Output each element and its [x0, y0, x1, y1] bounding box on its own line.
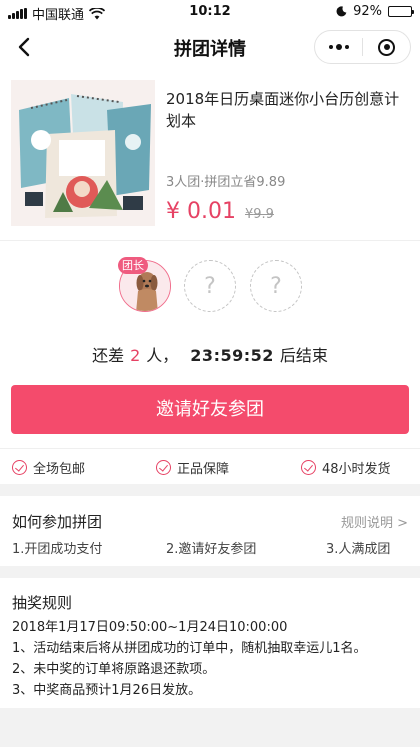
group-members-section: 团长 ? ? 还差 2 人， 23:59:52 后结束 — [0, 240, 420, 374]
step-3: 3.人满成团 — [326, 542, 391, 557]
lottery-rule: 1、活动结束后将从拼团成功的订单中，随机抽取幸运儿1名。 — [12, 641, 367, 656]
close-program-button[interactable] — [363, 31, 410, 63]
nav-bar: 拼团详情 — [0, 24, 420, 70]
guarantee-label: 正品保障 — [177, 462, 230, 477]
lottery-rules-section: 抽奖规则 2018年1月17日09:50:00~1月24日10:00:00 1、… — [0, 578, 420, 708]
leader-badge: 团长 — [118, 257, 148, 274]
countdown-suffix: 后结束 — [279, 346, 328, 365]
original-price: ¥9.9 — [245, 207, 274, 222]
check-circle-icon — [156, 460, 171, 475]
how-to-title: 如何参加拼团 — [12, 513, 103, 531]
invite-section: 邀请好友参团 — [0, 374, 420, 448]
step-2: 2.邀请好友参团 — [166, 542, 257, 557]
product-group-info: 3人团·拼团立省9.89 — [166, 175, 286, 190]
check-circle-icon — [301, 460, 316, 475]
calendar-product-illustration — [11, 80, 155, 226]
guarantee-item: 全场包邮 — [12, 458, 85, 477]
guarantee-item: 正品保障 — [156, 458, 229, 477]
battery-percent: 92% — [353, 4, 382, 19]
moon-icon — [336, 6, 347, 17]
lottery-title: 抽奖规则 — [12, 594, 73, 612]
countdown-timer: 23:59:52 — [190, 346, 274, 365]
guarantee-label: 全场包邮 — [33, 462, 86, 477]
original-price-value: 9.9 — [253, 207, 274, 222]
product-title: 2018年日历桌面迷你小台历创意计划本 — [166, 90, 400, 130]
invite-friends-button[interactable]: 邀请好友参团 — [11, 385, 409, 434]
battery-icon — [388, 6, 414, 17]
how-to-join-section: 如何参加拼团 规则说明 > 1.开团成功支付 2.邀请好友参团 3.人满成团 — [0, 496, 420, 566]
lottery-period: 2018年1月17日09:50:00~1月24日10:00:00 — [12, 620, 288, 635]
more-dots-icon[interactable] — [315, 31, 362, 63]
product-price: ¥ 0.01 ¥9.9 — [166, 199, 274, 224]
countdown-unit: 人， — [146, 346, 179, 365]
empty-member-slot[interactable]: ? — [250, 260, 302, 312]
lottery-rule: 3、中奖商品预计1月26日发放。 — [12, 683, 202, 698]
guarantee-item: 48小时发货 — [301, 458, 391, 477]
rules-link[interactable]: 规则说明 > — [341, 512, 408, 531]
status-bar: 中国联通 10:12 92% — [0, 0, 420, 24]
target-circle-icon — [378, 38, 395, 56]
group-countdown: 还差 2 人， 23:59:52 后结束 — [0, 342, 420, 366]
remaining-count: 2 — [130, 346, 141, 365]
product-image[interactable] — [11, 80, 155, 226]
product-card[interactable]: 2018年日历桌面迷你小台历创意计划本 3人团·拼团立省9.89 ¥ 0.01 … — [0, 70, 420, 240]
step-1: 1.开团成功支付 — [12, 542, 103, 557]
countdown-prefix: 还差 — [92, 346, 125, 365]
guarantee-bar: 全场包邮 正品保障 48小时发货 — [0, 448, 420, 484]
lottery-rules-list: 2018年1月17日09:50:00~1月24日10:00:00 1、活动结束后… — [12, 617, 367, 701]
empty-member-slot[interactable]: ? — [184, 260, 236, 312]
mini-program-capsule — [314, 30, 411, 64]
price-symbol: ¥ — [166, 199, 180, 224]
lottery-rule: 2、未中奖的订单将原路退还款项。 — [12, 662, 216, 677]
status-right: 92% — [336, 4, 414, 19]
price-value: 0.01 — [187, 199, 236, 224]
check-circle-icon — [12, 460, 27, 475]
guarantee-label: 48小时发货 — [322, 462, 391, 477]
